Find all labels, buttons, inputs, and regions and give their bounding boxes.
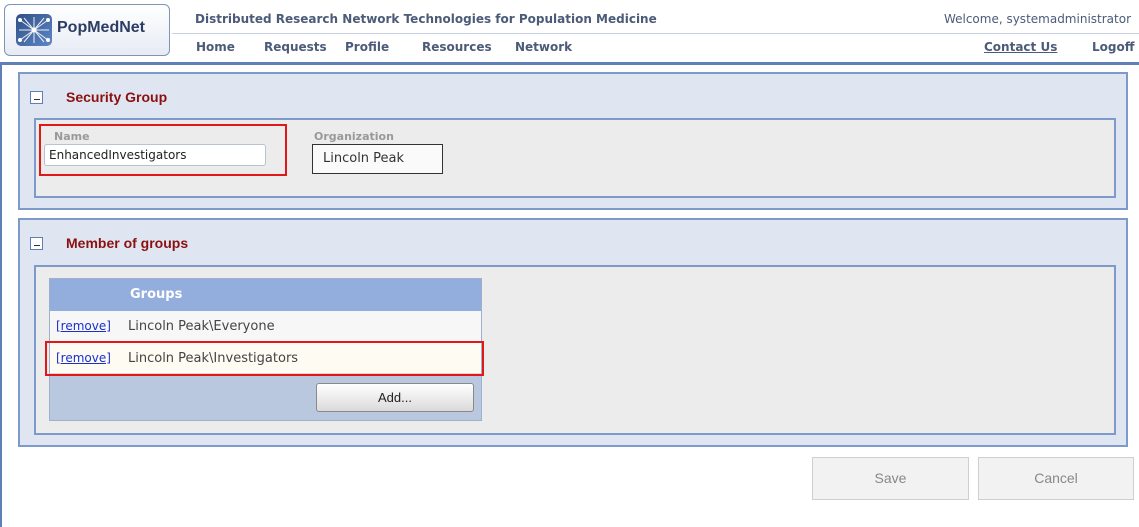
groups-table-header: Groups [50,279,481,311]
brand-logo[interactable]: PopMedNet [4,4,170,56]
welcome-text: Welcome, systemadministrator [943,12,1131,26]
nav-logoff[interactable]: Logoff [1092,40,1134,54]
add-group-button[interactable]: Add... [316,383,474,412]
header: PopMedNet Distributed Research Network T… [0,0,1139,65]
nav-profile[interactable]: Profile [345,40,389,54]
collapse-toggle-icon[interactable] [30,91,43,104]
main-nav: Home Requests Profile Resources Network … [172,34,1139,62]
table-row: [remove] Lincoln Peak\Everyone [50,311,481,342]
organization-value: Lincoln Peak [312,144,443,174]
investigators-row-highlight [45,341,484,376]
top-strip: Distributed Research Network Technologie… [172,8,1139,34]
network-globe-icon [16,14,52,46]
organization-label: Organization [314,130,394,143]
brand-name: PopMedNet [57,19,145,36]
cancel-button[interactable]: Cancel [978,457,1134,500]
left-border [0,64,2,527]
groups-column-header: Groups [130,287,183,302]
nav-resources[interactable]: Resources [422,40,492,54]
nav-home[interactable]: Home [196,40,235,54]
nav-requests[interactable]: Requests [264,40,327,54]
remove-link[interactable]: [remove] [56,319,111,333]
nav-network[interactable]: Network [515,40,572,54]
panel-title-security-group: Security Group [66,89,168,105]
save-button[interactable]: Save [812,457,969,500]
group-name: Lincoln Peak\Everyone [128,319,275,334]
name-field-highlight [39,124,287,176]
site-title: Distributed Research Network Technologie… [195,12,657,26]
nav-contact-us[interactable]: Contact Us [984,40,1057,54]
header-divider [0,62,1139,65]
panel-title-member-groups: Member of groups [66,235,189,251]
collapse-toggle-icon[interactable] [30,237,43,250]
